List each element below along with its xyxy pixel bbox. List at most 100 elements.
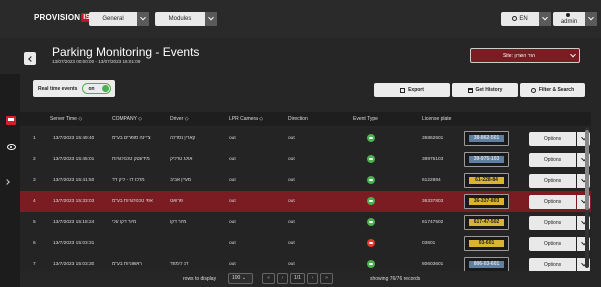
row-number: 7 bbox=[33, 262, 36, 267]
event-type-icon bbox=[367, 197, 375, 205]
user-dropdown[interactable]: admin bbox=[553, 12, 597, 26]
chevron-down-icon bbox=[585, 12, 597, 26]
rows-per-page-select[interactable]: 100 ⌄ bbox=[228, 273, 253, 284]
filter-search-button[interactable]: Filter & Search bbox=[520, 83, 585, 97]
options-button[interactable]: Options bbox=[529, 195, 576, 209]
chevron-left-icon bbox=[28, 55, 34, 62]
direction-cell: out bbox=[288, 262, 295, 267]
scrollbar[interactable] bbox=[585, 128, 589, 268]
eye-icon[interactable] bbox=[7, 144, 16, 150]
col-company[interactable]: COMPANY ◇ bbox=[112, 116, 142, 122]
calendar-icon bbox=[467, 87, 473, 93]
options-control: Options bbox=[529, 237, 590, 251]
options-button[interactable]: Options bbox=[529, 132, 576, 146]
first-page-button[interactable]: « bbox=[262, 273, 275, 284]
lpr-camera-cell: out bbox=[229, 178, 236, 183]
plate-thumbnail[interactable]: 03-601 bbox=[464, 236, 509, 251]
options-control: Options bbox=[529, 258, 590, 272]
options-control: Options bbox=[529, 153, 590, 167]
realtime-label: Real time events bbox=[38, 85, 78, 92]
plate-thumbnail[interactable]: 617-47-502 bbox=[464, 215, 509, 230]
license-plate-cell: 61747502 bbox=[422, 220, 444, 225]
table-row[interactable]: 4 13/7/2023 15:33:03 אפי טכנולוגיות בע"מ… bbox=[20, 191, 591, 213]
table-row[interactable]: 5 13/7/2023 15:18:24 מיור דקו עלי מיור ד… bbox=[20, 212, 591, 234]
plate-thumbnail[interactable]: 36-337-803 bbox=[464, 194, 509, 209]
site-selector[interactable]: Site: הוד השרון bbox=[470, 48, 580, 63]
col-lpr-camera[interactable]: LPR Camera ◇ bbox=[229, 116, 263, 122]
options-button[interactable]: Options bbox=[529, 258, 576, 272]
general-dropdown[interactable]: General bbox=[89, 12, 149, 26]
back-button[interactable] bbox=[24, 52, 36, 65]
license-plate-cell: 80603601 bbox=[422, 262, 444, 267]
realtime-events-control: Real time events on bbox=[33, 80, 115, 97]
chevron-down-icon bbox=[567, 51, 579, 58]
plate-thumbnail[interactable]: 39-975-103 bbox=[464, 152, 509, 167]
options-button[interactable]: Options bbox=[529, 237, 576, 251]
plate-image-text: 36-337-803 bbox=[469, 198, 504, 205]
plate-image-text: 38-862-501 bbox=[469, 135, 504, 142]
scroll-thumb[interactable] bbox=[585, 130, 589, 210]
lpr-camera-cell: out bbox=[229, 136, 236, 141]
event-type-icon bbox=[367, 134, 375, 142]
col-event-type: Event Type bbox=[353, 116, 378, 122]
table-row[interactable]: 2 13/7/2023 15:45:01 מידעטק טכנולוגיות א… bbox=[20, 149, 591, 171]
lpr-camera-cell: out bbox=[229, 241, 236, 246]
get-history-button[interactable]: Get History bbox=[452, 83, 518, 97]
options-button[interactable]: Options bbox=[529, 174, 576, 188]
modules-dropdown[interactable]: Modules bbox=[155, 12, 217, 26]
next-page-button[interactable]: › bbox=[307, 273, 318, 284]
driver-cell: אולג טרליק bbox=[170, 157, 193, 162]
col-direction: Direction bbox=[288, 116, 308, 122]
realtime-toggle[interactable]: on bbox=[82, 83, 112, 94]
chevron-down-icon bbox=[205, 12, 217, 26]
server-time-cell: 13/7/2023 15:33:03 bbox=[53, 199, 95, 204]
event-type-icon bbox=[367, 155, 375, 163]
server-time-cell: 13/7/2023 15:45:01 bbox=[53, 157, 95, 162]
search-icon bbox=[530, 87, 536, 93]
left-rail bbox=[0, 74, 20, 287]
direction-cell: out bbox=[288, 178, 295, 183]
direction-cell: out bbox=[288, 136, 295, 141]
plate-thumbnail[interactable]: 38-862-501 bbox=[464, 131, 509, 146]
export-icon bbox=[400, 87, 406, 93]
chevron-right-icon[interactable] bbox=[4, 179, 10, 185]
last-page-button[interactable]: » bbox=[320, 273, 333, 284]
server-time-cell: 13/7/2023 15:03:31 bbox=[53, 241, 95, 246]
col-driver[interactable]: Driver ◇ bbox=[170, 116, 189, 122]
row-number: 3 bbox=[33, 178, 36, 183]
options-button[interactable]: Options bbox=[529, 153, 576, 167]
driver-cell: מיור דקו bbox=[170, 220, 187, 225]
license-plate-cell: 39975103 bbox=[422, 157, 444, 162]
table-row[interactable]: 6 13/7/2023 15:03:31 out out 03601 03-60… bbox=[20, 233, 591, 255]
general-label: General bbox=[102, 16, 124, 22]
options-control: Options bbox=[529, 132, 590, 146]
table-header: Server Time ◇ COMPANY ◇ Driver ◇ LPR Cam… bbox=[20, 112, 591, 126]
user-icon bbox=[566, 13, 570, 17]
license-plate-cell: 6122884 bbox=[422, 178, 441, 183]
col-server-time[interactable]: Server Time ◇ bbox=[50, 116, 82, 122]
direction-cell: out bbox=[288, 241, 295, 246]
options-button[interactable]: Options bbox=[529, 216, 576, 230]
language-dropdown[interactable]: EN bbox=[501, 12, 551, 26]
table-row[interactable]: 1 13/7/2023 15:49:40 צ'יינה סופרים בע"מ … bbox=[20, 128, 591, 150]
plate-image-text: 03-601 bbox=[469, 240, 504, 247]
toggle-label: on bbox=[88, 85, 95, 92]
lpr-camera-cell: out bbox=[229, 157, 236, 162]
plate-thumbnail[interactable]: 806-03-601 bbox=[464, 257, 509, 272]
prev-page-button[interactable]: ‹ bbox=[277, 273, 288, 284]
lpr-camera-cell: out bbox=[229, 199, 236, 204]
table-row[interactable]: 3 13/7/2023 15:41:50 מרכז דו - ליק דד מע… bbox=[20, 170, 591, 192]
driver-cell: קארין נסרלה bbox=[170, 136, 196, 141]
driver-cell: דנ לימוזד bbox=[170, 262, 189, 267]
export-button[interactable]: Export bbox=[374, 83, 450, 97]
lpr-camera-cell: out bbox=[229, 220, 236, 225]
direction-cell: out bbox=[288, 220, 295, 225]
license-plate-cell: 35862501 bbox=[422, 136, 444, 141]
monitor-icon[interactable] bbox=[6, 116, 16, 125]
provision-isr-logo[interactable]: PROVISION ISR bbox=[34, 11, 97, 24]
plate-image-text: 39-975-103 bbox=[469, 156, 504, 163]
plate-thumbnail[interactable]: 61-228-84 bbox=[464, 173, 509, 188]
company-cell: אפי טכנולוגיות בע"מ bbox=[112, 199, 153, 204]
language-label: EN bbox=[501, 16, 539, 22]
company-cell: מרכז דו - ליק דד bbox=[112, 178, 145, 183]
